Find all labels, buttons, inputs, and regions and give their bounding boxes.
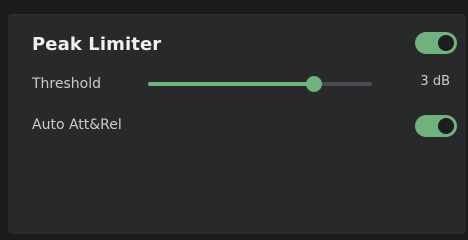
toggle-knob: [438, 35, 454, 51]
threshold-label: Threshold: [32, 76, 101, 92]
slider-thumb[interactable]: [305, 76, 322, 92]
threshold-slider[interactable]: [148, 76, 372, 92]
threshold-value: 3 dB: [420, 74, 450, 89]
auto-att-rel-toggle[interactable]: [415, 115, 457, 137]
auto-att-rel-label: Auto Att&Rel: [32, 117, 122, 133]
toggle-knob: [438, 118, 454, 134]
panel-title: Peak Limiter: [32, 34, 162, 55]
slider-fill: [148, 82, 314, 86]
peak-limiter-toggle[interactable]: [415, 32, 457, 54]
